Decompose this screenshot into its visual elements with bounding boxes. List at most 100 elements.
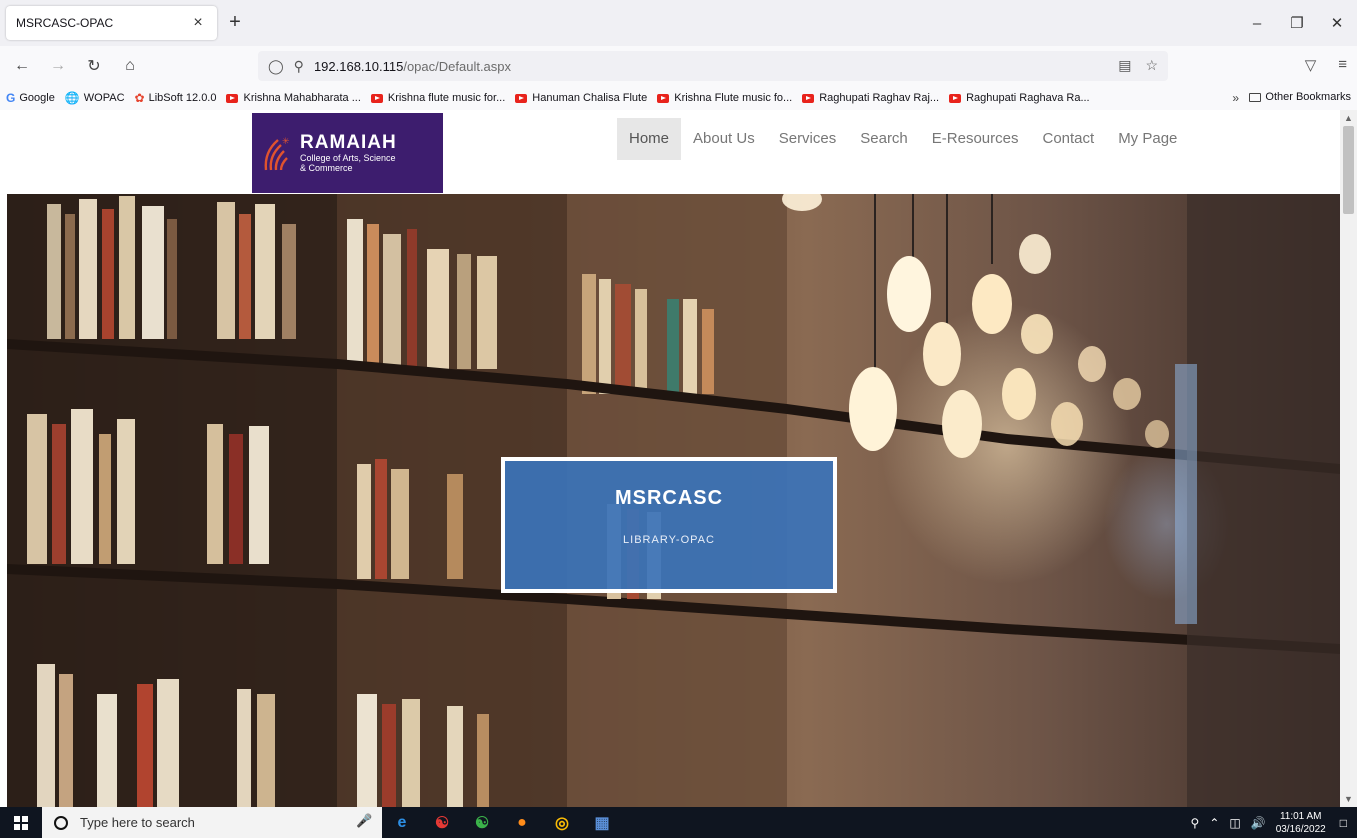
bookmark-label: Raghupati Raghav Raj... — [819, 92, 940, 104]
firefox-icon[interactable]: ● — [502, 807, 542, 838]
folder-icon — [1249, 92, 1262, 102]
minimize-icon[interactable]: – — [1237, 0, 1277, 46]
restore-icon[interactable]: ❐ — [1277, 0, 1317, 46]
bookmark-youtube-4[interactable]: Krishna Flute music fo... — [657, 92, 792, 104]
scrollbar-thumb[interactable] — [1343, 126, 1354, 214]
bookmark-youtube-3[interactable]: Hanuman Chalisa Flute — [515, 92, 647, 104]
network-icon[interactable]: ◫ — [1229, 816, 1240, 830]
libsoft-icon: ✿ — [134, 91, 145, 105]
browser-tab[interactable]: MSRCASC-OPAC × — [6, 6, 217, 40]
bookmark-youtube-1[interactable]: Krishna Mahabharata ... — [226, 92, 361, 104]
people-icon[interactable]: ⚲ — [1191, 816, 1200, 830]
bookmark-label: Krishna flute music for... — [387, 92, 506, 104]
bookmark-libsoft[interactable]: ✿ LibSoft 12.0.0 — [135, 91, 217, 105]
bookmark-youtube-2[interactable]: Krishna flute music for... — [370, 92, 506, 104]
back-icon[interactable]: ← — [8, 52, 36, 80]
more-bookmarks-icon[interactable]: » — [1232, 91, 1239, 105]
youtube-icon — [949, 93, 962, 103]
bookmark-google[interactable]: G Google — [6, 91, 55, 105]
url-path: /opac/Default.aspx — [403, 58, 512, 74]
url-host: 192.168.10.115 — [313, 58, 404, 74]
nav-contact[interactable]: Contact — [1030, 118, 1106, 160]
logo-subtitle-line2: & Commerce — [300, 163, 353, 173]
chrome-icon[interactable]: ◎ — [542, 807, 582, 838]
nav-home[interactable]: Home — [617, 118, 682, 160]
new-tab-button[interactable]: + — [224, 12, 246, 34]
hero-library-image: MSRCASC LIBRARY-OPAC — [7, 194, 1340, 807]
youtube-icon — [226, 93, 239, 103]
nav-services[interactable]: Services — [767, 118, 849, 160]
bookmark-wopac[interactable]: 🌐 WOPAC — [65, 91, 125, 105]
logo-name: RAMAIAH — [300, 132, 397, 153]
page-viewport: ✳ RAMAIAH College of Arts, Science & Com… — [0, 110, 1357, 807]
clock-time: 11:01 AM — [1279, 810, 1322, 822]
insecure-lock-icon[interactable]: ⚲ — [294, 58, 304, 75]
reader-view-icon[interactable]: ▤ — [1118, 57, 1131, 74]
bookmark-star-icon[interactable]: ☆ — [1145, 57, 1158, 74]
search-icon — [54, 815, 68, 830]
youtube-icon — [370, 93, 383, 103]
taskbar-search-placeholder: Type here to search — [80, 815, 195, 830]
app-notepad-icon[interactable]: ▦ — [582, 807, 622, 838]
nav-about-us[interactable]: About Us — [681, 118, 767, 160]
tab-strip: MSRCASC-OPAC × + – ❐ ✕ — [0, 0, 1357, 46]
pocket-icon[interactable]: ▽ — [1305, 56, 1317, 74]
app-red-icon[interactable]: ☯ — [422, 807, 462, 838]
logo-emblem-icon: ✳ — [264, 137, 290, 171]
volume-icon[interactable]: 🔊 — [1251, 816, 1266, 830]
edge-legacy-icon[interactable]: e — [382, 807, 422, 838]
menu-icon[interactable]: ≡ — [1338, 56, 1347, 74]
bookmark-youtube-5[interactable]: Raghupati Raghav Raj... — [802, 92, 939, 104]
bookmark-youtube-6[interactable]: Raghupati Raghava Ra... — [949, 92, 1090, 104]
taskbar-apps: e ☯ ☯ ● ◎ ▦ — [382, 807, 622, 838]
microphone-icon[interactable]: 🎤 — [356, 813, 372, 829]
nav-e-resources[interactable]: E-Resources — [920, 118, 1031, 160]
scroll-down-icon[interactable]: ▼ — [1340, 791, 1357, 807]
bookmark-label: Krishna Flute music fo... — [674, 92, 793, 104]
bookmark-label: Google — [19, 92, 55, 104]
navigation-toolbar: ← → ↻ ⌂ ◯ ⚲ 192.168.10.115 /opac/Default… — [0, 46, 1357, 86]
bookmark-label: WOPAC — [83, 92, 125, 104]
show-hidden-icons-icon[interactable]: ⌃ — [1209, 816, 1219, 830]
tab-title: MSRCASC-OPAC — [16, 16, 114, 30]
system-tray: ⚲ ⌃ ◫ 🔊 11:01 AM 03/16/2022 □ — [1191, 807, 1357, 838]
shield-icon[interactable]: ◯ — [268, 58, 284, 75]
hero-subtitle: LIBRARY-OPAC — [623, 534, 715, 546]
notification-icon[interactable]: □ — [1340, 816, 1347, 830]
logo-subtitle-line1: College of Arts, Science — [300, 153, 396, 163]
forward-icon[interactable]: → — [44, 52, 72, 80]
other-bookmarks-label: Other Bookmarks — [1265, 91, 1351, 103]
bookmark-label: Raghupati Raghava Ra... — [966, 92, 1090, 104]
globe-icon: 🌐 — [64, 91, 80, 105]
bookmark-label: Krishna Mahabharata ... — [243, 92, 361, 104]
windows-taskbar: Type here to search 🎤 e ☯ ☯ ● ◎ ▦ ⚲ ⌃ ◫ … — [0, 807, 1357, 838]
bookmark-label: LibSoft 12.0.0 — [148, 92, 217, 104]
college-logo[interactable]: ✳ RAMAIAH College of Arts, Science & Com… — [252, 113, 443, 193]
svg-text:✳: ✳ — [282, 137, 290, 147]
google-icon: G — [6, 91, 16, 105]
site-header: ✳ RAMAIAH College of Arts, Science & Com… — [0, 110, 1340, 194]
hero-title: MSRCASC — [614, 487, 724, 509]
other-bookmarks[interactable]: Other Bookmarks — [1249, 91, 1351, 103]
bookmark-label: Hanuman Chalisa Flute — [532, 92, 648, 104]
youtube-icon — [802, 93, 815, 103]
bookmarks-toolbar: G Google 🌐 WOPAC ✿ LibSoft 12.0.0 Krishn… — [0, 86, 1357, 110]
window-controls: – ❐ ✕ — [1237, 0, 1357, 46]
site-navigation: Home About Us Services Search E-Resource… — [617, 118, 1189, 160]
clock-date: 03/16/2022 — [1275, 823, 1326, 835]
close-window-icon[interactable]: ✕ — [1317, 0, 1357, 46]
reload-icon[interactable]: ↻ — [80, 52, 108, 80]
taskbar-search[interactable]: Type here to search — [42, 807, 382, 838]
youtube-icon — [515, 93, 528, 103]
page-scrollbar[interactable]: ▲ ▼ — [1340, 110, 1357, 807]
close-tab-icon[interactable]: × — [189, 14, 207, 32]
home-icon[interactable]: ⌂ — [116, 52, 144, 80]
windows-start-icon[interactable] — [0, 807, 42, 838]
scroll-up-icon[interactable]: ▲ — [1340, 110, 1357, 126]
address-bar[interactable]: ◯ ⚲ 192.168.10.115 /opac/Default.aspx ▤ … — [258, 51, 1168, 81]
nav-search[interactable]: Search — [848, 118, 920, 160]
youtube-icon — [657, 93, 670, 103]
nav-my-page[interactable]: My Page — [1106, 118, 1189, 160]
app-green-icon[interactable]: ☯ — [462, 807, 502, 838]
clock[interactable]: 11:01 AM 03/16/2022 — [1276, 810, 1326, 836]
